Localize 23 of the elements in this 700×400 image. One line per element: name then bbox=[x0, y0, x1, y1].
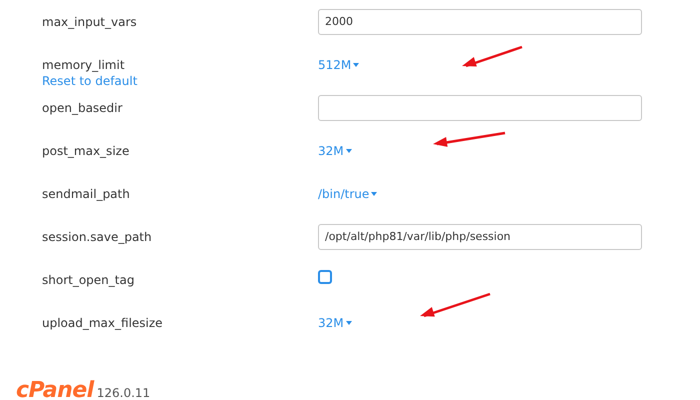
setting-label: upload_max_filesize bbox=[42, 314, 164, 332]
caret-icon bbox=[353, 63, 360, 68]
version-text: 126.0.11 bbox=[96, 385, 150, 400]
caret-icon bbox=[346, 321, 352, 326]
setting-label: open_basedir bbox=[42, 100, 124, 116]
reset-link[interactable]: Reset to default bbox=[42, 72, 138, 90]
text-field[interactable]: 2000 bbox=[318, 8, 642, 34]
setting-label: memory_limit bbox=[42, 56, 126, 74]
setting-label: post_max_size bbox=[42, 142, 130, 160]
setting-label: session.save_path bbox=[42, 228, 153, 246]
text-field[interactable] bbox=[318, 94, 642, 120]
value-dropdown[interactable]: 32M bbox=[318, 144, 352, 158]
setting-label: short_open_tag bbox=[42, 272, 136, 288]
cpanel-logo: cPanel bbox=[16, 380, 94, 400]
setting-label: sendmail_path bbox=[42, 186, 131, 202]
text-field[interactable]: /opt/alt/php81/var/lib/php/session bbox=[318, 224, 642, 250]
caret-icon bbox=[346, 149, 352, 154]
value-dropdown[interactable]: 32M bbox=[318, 316, 352, 330]
value-dropdown[interactable]: /bin/true bbox=[318, 186, 378, 200]
setting-label: max_input_vars bbox=[42, 14, 138, 30]
value-dropdown[interactable]: 512M bbox=[318, 58, 360, 72]
checkbox[interactable] bbox=[318, 270, 332, 284]
caret-icon bbox=[371, 192, 378, 196]
